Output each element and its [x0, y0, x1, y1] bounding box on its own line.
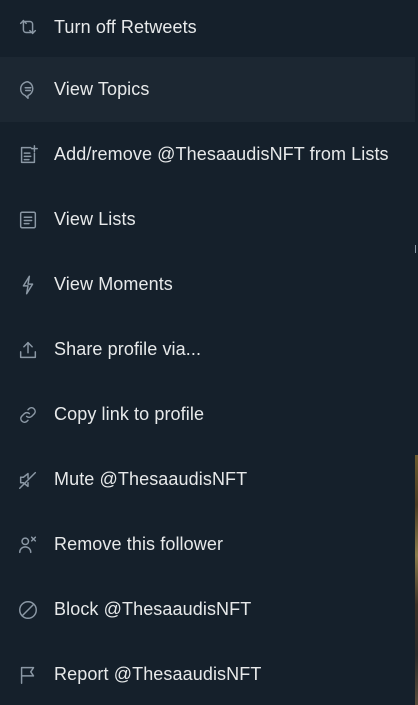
- menu-item-label: Add/remove @ThesaaudisNFT from Lists: [54, 144, 389, 164]
- profile-more-menu: Turn off Retweets View Topics Add/remove…: [0, 0, 415, 705]
- menu-item-label: Block @ThesaaudisNFT: [54, 599, 252, 619]
- menu-item-label: Mute @ThesaaudisNFT: [54, 469, 248, 489]
- link-icon: [16, 403, 40, 427]
- block-icon: [16, 598, 40, 622]
- menu-item-add-remove-lists[interactable]: Add/remove @ThesaaudisNFT from Lists: [0, 122, 415, 187]
- flag-icon: [16, 663, 40, 687]
- menu-item-label: Copy link to profile: [54, 404, 205, 424]
- topic-bubble-icon: [16, 78, 40, 102]
- menu-item-copy-link[interactable]: Copy link to profile: [0, 382, 415, 447]
- lightning-icon: [16, 273, 40, 297]
- list-icon: [16, 208, 40, 232]
- menu-item-label: View Lists: [54, 209, 136, 229]
- share-icon: [16, 338, 40, 362]
- menu-item-share-profile[interactable]: Share profile via...: [0, 317, 415, 382]
- menu-item-mute[interactable]: Mute @ThesaaudisNFT: [0, 447, 415, 512]
- menu-item-view-lists[interactable]: View Lists: [0, 187, 415, 252]
- menu-item-label: View Moments: [54, 274, 173, 294]
- menu-item-label: Turn off Retweets: [54, 16, 197, 37]
- menu-item-label: Remove this follower: [54, 534, 224, 554]
- mute-speaker-icon: [16, 468, 40, 492]
- menu-item-block[interactable]: Block @ThesaaudisNFT: [0, 577, 415, 642]
- menu-item-turn-off-retweets[interactable]: Turn off Retweets: [0, 0, 415, 57]
- list-add-icon: [16, 143, 40, 167]
- retweet-icon: [16, 15, 40, 39]
- menu-item-report[interactable]: Report @ThesaaudisNFT: [0, 642, 415, 705]
- menu-item-view-topics[interactable]: View Topics: [0, 57, 415, 122]
- menu-item-label: View Topics: [54, 79, 150, 99]
- menu-item-label: Share profile via...: [54, 339, 202, 359]
- remove-person-icon: [16, 533, 40, 557]
- menu-item-label: Report @ThesaaudisNFT: [54, 664, 262, 684]
- page: Turn off Retweets View Topics Add/remove…: [0, 0, 418, 705]
- menu-item-view-moments[interactable]: View Moments: [0, 252, 415, 317]
- menu-item-remove-follower[interactable]: Remove this follower: [0, 512, 415, 577]
